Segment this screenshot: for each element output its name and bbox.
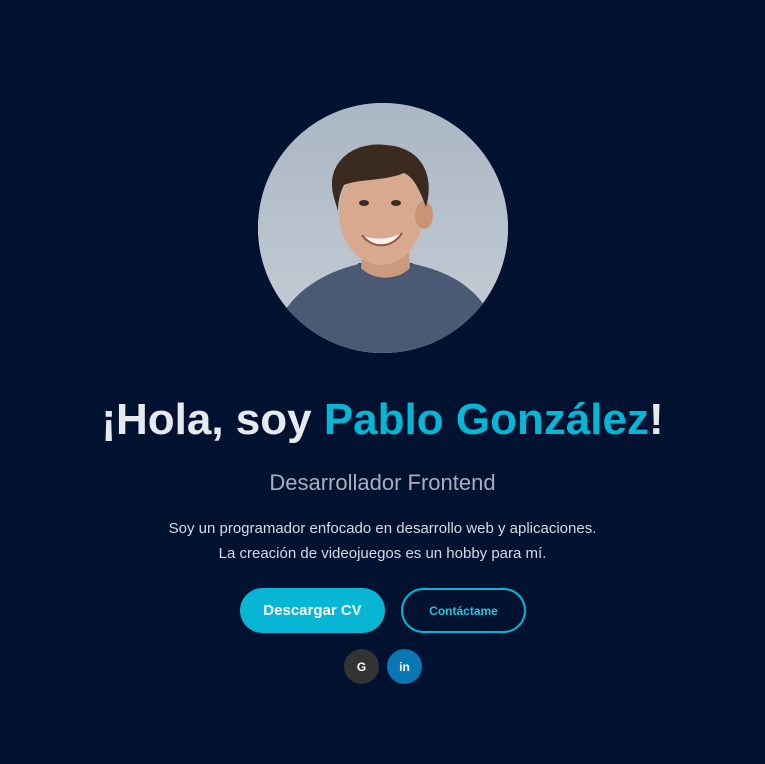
- bio-line-2: La creación de videojuegos es un hobby p…: [218, 545, 547, 562]
- linkedin-icon[interactable]: in: [387, 649, 422, 684]
- profile-photo-illustration: [258, 103, 508, 353]
- headline-greeting: ¡Hola, soy: [101, 395, 324, 444]
- bio-line-1: Soy un programador enfocado en desarroll…: [168, 520, 597, 537]
- hero-subtitle: Desarrollador Frontend: [269, 470, 496, 495]
- contact-button[interactable]: Contáctame: [401, 588, 526, 633]
- hero-headline: ¡Hola, soy Pablo González!: [0, 392, 765, 448]
- headline-name: Pablo González: [323, 395, 649, 444]
- github-icon[interactable]: G: [344, 649, 379, 684]
- hero-section: ¡Hola, soy Pablo González! Desarrollador…: [0, 0, 765, 764]
- headline-exclamation: !: [649, 395, 664, 444]
- profile-photo: [258, 103, 508, 353]
- hero-bio: Soy un programador enfocado en desarroll…: [0, 516, 765, 566]
- download-cv-button[interactable]: Descargar CV: [240, 588, 385, 633]
